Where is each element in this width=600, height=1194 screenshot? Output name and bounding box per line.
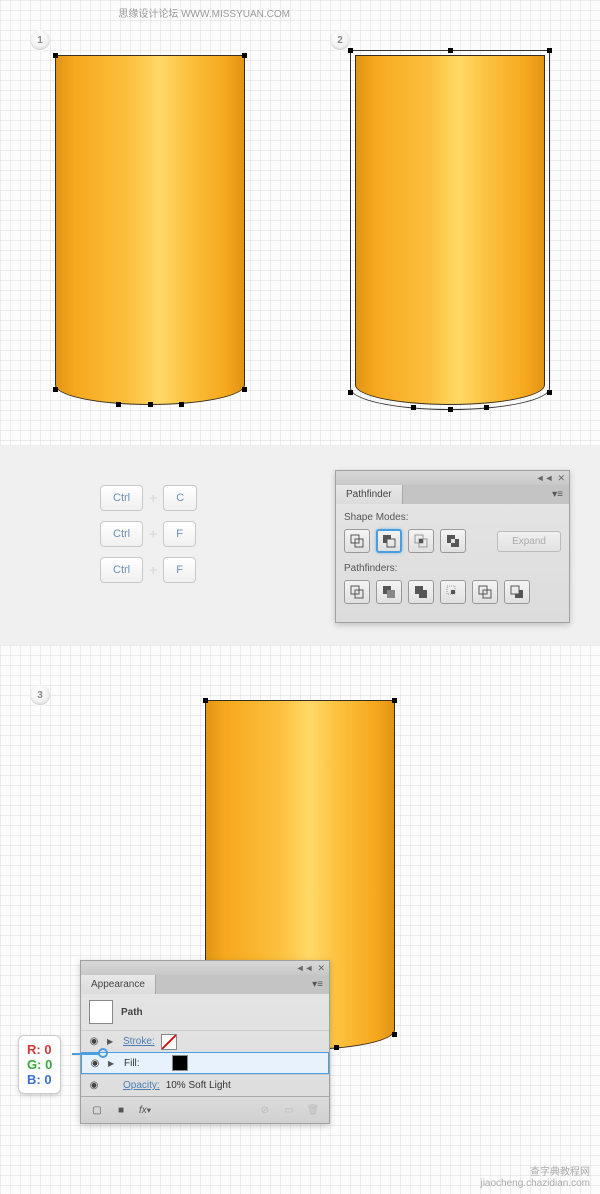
callout-circle-icon xyxy=(98,1048,108,1058)
expand-button: Expand xyxy=(497,531,561,552)
duplicate-icon[interactable]: ▭ xyxy=(279,1101,299,1119)
crop-button[interactable] xyxy=(440,580,466,604)
plus-icon: + xyxy=(149,490,157,506)
step-number-2: 2 xyxy=(330,30,350,50)
trim-button[interactable] xyxy=(376,580,402,604)
minus-front-button[interactable] xyxy=(376,529,402,553)
middle-section: Ctrl + C Ctrl + F Ctrl + F ◄◄ ✕ Pathfind… xyxy=(0,445,600,645)
shortcut-paste-front-1: Ctrl + F xyxy=(100,521,197,547)
merge-button[interactable] xyxy=(408,580,434,604)
step-2-panel: 2 xyxy=(300,0,600,445)
minus-back-button[interactable] xyxy=(504,580,530,604)
collapse-icon[interactable]: ◄◄ xyxy=(296,963,314,974)
key-ctrl: Ctrl xyxy=(100,557,143,583)
unite-button[interactable] xyxy=(344,529,370,553)
fill-swatch[interactable] xyxy=(172,1055,188,1071)
path-label: Path xyxy=(121,1007,143,1018)
visibility-icon[interactable]: ◉ xyxy=(87,1080,101,1091)
exclude-button[interactable] xyxy=(440,529,466,553)
intersect-button[interactable] xyxy=(408,529,434,553)
clear-icon[interactable]: ⊘ xyxy=(255,1101,275,1119)
visibility-icon[interactable]: ◉ xyxy=(87,1036,101,1047)
new-fill-icon[interactable]: ■ xyxy=(111,1101,131,1119)
pathfinder-panel: ◄◄ ✕ Pathfinder ▾≡ Shape Modes: Expand P… xyxy=(335,470,570,623)
fill-label[interactable]: Fill: xyxy=(124,1058,140,1069)
panel-menu-icon[interactable]: ▾≡ xyxy=(306,975,329,994)
new-stroke-icon[interactable]: ▢ xyxy=(87,1101,107,1119)
key-f: F xyxy=(163,521,196,547)
key-ctrl: Ctrl xyxy=(100,485,143,511)
stroke-label[interactable]: Stroke: xyxy=(123,1036,155,1047)
callout-line xyxy=(72,1053,100,1055)
step-number-1: 1 xyxy=(30,30,50,50)
step-number-3: 3 xyxy=(30,685,50,705)
appearance-footer: ▢ ■ fx▾ ⊘ ▭ 🗑 xyxy=(81,1096,329,1123)
close-icon[interactable]: ✕ xyxy=(557,473,565,484)
cylinder-outline[interactable] xyxy=(350,50,550,410)
expand-triangle-icon[interactable]: ▶ xyxy=(108,1059,118,1068)
close-icon[interactable]: ✕ xyxy=(317,963,325,974)
shortcuts-group: Ctrl + C Ctrl + F Ctrl + F xyxy=(100,485,197,593)
step-1-panel: 思缘设计论坛 WWW.MISSYUAN.COM 1 xyxy=(0,0,300,445)
collapse-icon[interactable]: ◄◄ xyxy=(536,473,554,484)
key-c: C xyxy=(163,485,197,511)
fill-row[interactable]: ◉ ▶ Fill: xyxy=(81,1052,329,1074)
expand-triangle-icon[interactable]: ▶ xyxy=(107,1037,117,1046)
rgb-tooltip: R: 0 G: 0 B: 0 xyxy=(18,1035,61,1094)
divide-button[interactable] xyxy=(344,580,370,604)
pathfinders-label: Pathfinders: xyxy=(344,563,561,574)
stroke-swatch[interactable] xyxy=(161,1034,177,1050)
key-ctrl: Ctrl xyxy=(100,521,143,547)
delete-icon[interactable]: 🗑 xyxy=(303,1101,323,1119)
opacity-row[interactable]: ◉ Opacity: 10% Soft Light xyxy=(81,1074,329,1096)
shortcut-paste-front-2: Ctrl + F xyxy=(100,557,197,583)
panel-header: ◄◄ ✕ xyxy=(81,961,329,975)
opacity-value: 10% Soft Light xyxy=(166,1080,231,1091)
step-3-panel: 3 ◄◄ ✕ Appearance ▾≡ Path ◉ ▶ xyxy=(0,645,600,1194)
tab-appearance[interactable]: Appearance xyxy=(81,975,156,994)
shape-modes-label: Shape Modes: xyxy=(344,512,561,523)
visibility-icon[interactable]: ◉ xyxy=(88,1058,102,1069)
watermark-top: 思缘设计论坛 WWW.MISSYUAN.COM xyxy=(118,5,290,20)
shortcut-copy: Ctrl + C xyxy=(100,485,197,511)
outline-button[interactable] xyxy=(472,580,498,604)
add-effect-button[interactable]: fx▾ xyxy=(135,1101,155,1119)
target-swatch xyxy=(89,1000,113,1024)
plus-icon: + xyxy=(149,526,157,542)
opacity-label[interactable]: Opacity: xyxy=(123,1080,160,1091)
panel-header: ◄◄ ✕ xyxy=(336,471,569,485)
panel-menu-icon[interactable]: ▾≡ xyxy=(546,485,569,504)
cylinder-shape-1[interactable] xyxy=(55,55,245,405)
appearance-target-row: Path xyxy=(81,994,329,1030)
plus-icon: + xyxy=(149,562,157,578)
stroke-row[interactable]: ◉ ▶ Stroke: xyxy=(81,1030,329,1052)
watermark-bottom: 查字典教程网 jiaocheng.chazidian.com xyxy=(480,1163,590,1189)
tab-pathfinder[interactable]: Pathfinder xyxy=(336,485,403,504)
appearance-panel: ◄◄ ✕ Appearance ▾≡ Path ◉ ▶ Stroke: ◉ ▶ … xyxy=(80,960,330,1124)
key-f: F xyxy=(163,557,196,583)
